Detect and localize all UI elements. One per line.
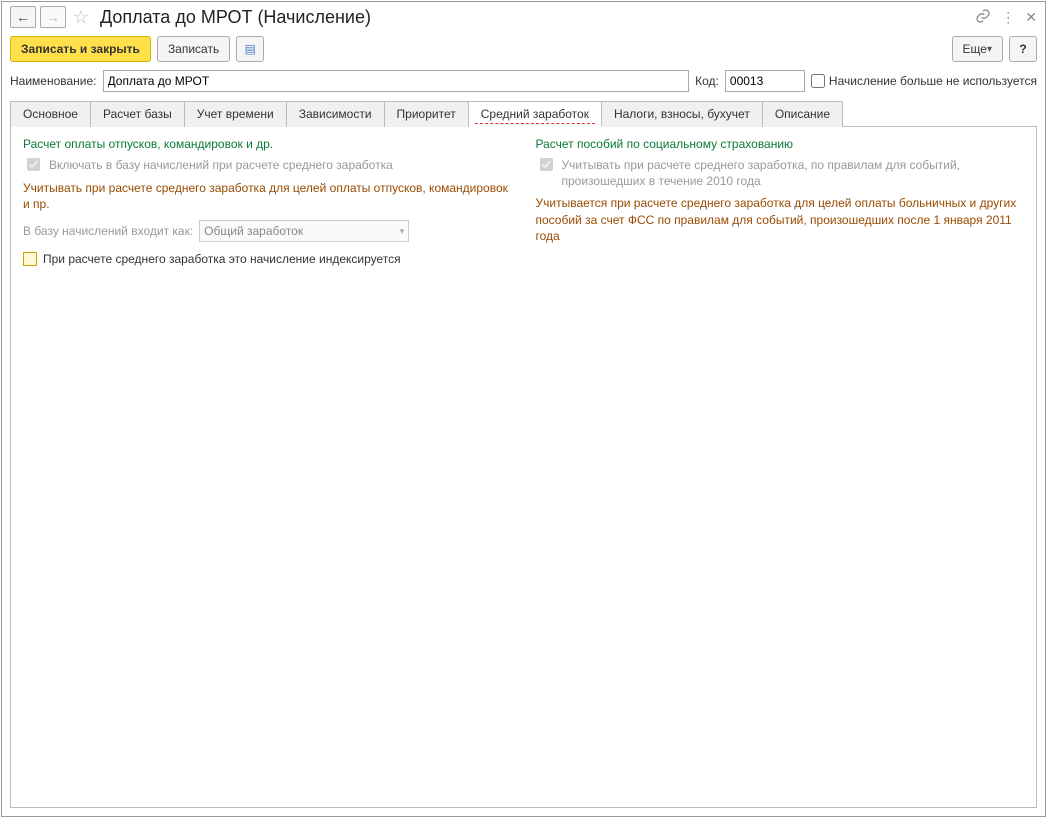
link-icon[interactable] xyxy=(975,8,991,27)
report-button[interactable]: ▤ xyxy=(236,36,264,62)
save-close-button[interactable]: Записать и закрыть xyxy=(10,36,151,62)
left-section-title: Расчет оплаты отпусков, командировок и д… xyxy=(23,137,512,151)
more-button[interactable]: Еще xyxy=(952,36,1003,62)
left-column: Расчет оплаты отпусков, командировок и д… xyxy=(23,137,512,266)
include-in-base-label: Включать в базу начислений при расчете с… xyxy=(49,157,393,173)
window: ← → ☆ Доплата до МРОТ (Начисление) ⋮ ✕ З… xyxy=(1,1,1046,817)
help-button[interactable]: ? xyxy=(1009,36,1037,62)
titlebar-actions: ⋮ ✕ xyxy=(975,8,1037,27)
tab-body: Расчет оплаты отпусков, командировок и д… xyxy=(10,127,1037,808)
toolbar: Записать и закрыть Записать ▤ Еще ? xyxy=(2,32,1045,66)
favorite-star-icon[interactable]: ☆ xyxy=(70,6,92,28)
right-2010-label: Учитывать при расчете среднего заработка… xyxy=(562,157,1025,189)
right-2010-checkbox-input xyxy=(540,158,553,171)
tab-priority[interactable]: Приоритет xyxy=(385,101,469,127)
tab-desc[interactable]: Описание xyxy=(763,101,843,127)
nav-back-button[interactable]: ← xyxy=(10,6,36,28)
base-as-combo-value: Общий заработок xyxy=(204,224,303,238)
base-as-combo[interactable]: Общий заработок xyxy=(199,220,409,242)
tab-active-underline xyxy=(475,123,595,124)
titlebar: ← → ☆ Доплата до МРОТ (Начисление) ⋮ ✕ xyxy=(2,2,1045,32)
nav-forward-button[interactable]: → xyxy=(40,6,66,28)
columns: Расчет оплаты отпусков, командировок и д… xyxy=(23,137,1024,266)
base-as-label: В базу начислений входит как: xyxy=(23,224,193,238)
indexation-label: При расчете среднего заработка это начис… xyxy=(43,252,401,266)
right-section-title: Расчет пособий по социальному страховани… xyxy=(536,137,1025,151)
form-row-main: Наименование: Код: Начисление больше не … xyxy=(2,66,1045,96)
tab-avg[interactable]: Средний заработок xyxy=(469,101,602,127)
include-in-base-checkbox-input xyxy=(27,158,40,171)
base-as-field: В базу начислений входит как: Общий зара… xyxy=(23,220,512,242)
tab-time[interactable]: Учет времени xyxy=(185,101,287,127)
name-label: Наименование: xyxy=(10,74,97,88)
tab-tax[interactable]: Налоги, взносы, бухучет xyxy=(602,101,763,127)
tab-avg-label: Средний заработок xyxy=(481,107,589,121)
report-icon: ▤ xyxy=(245,42,256,56)
left-description: Учитывать при расчете среднего заработка… xyxy=(23,180,512,212)
indexation-checkbox[interactable]: При расчете среднего заработка это начис… xyxy=(23,252,512,266)
close-icon[interactable]: ✕ xyxy=(1025,9,1037,26)
tab-deps[interactable]: Зависимости xyxy=(287,101,385,127)
save-button[interactable]: Записать xyxy=(157,36,230,62)
tab-main[interactable]: Основное xyxy=(10,101,91,127)
right-description: Учитывается при расчете среднего заработ… xyxy=(536,195,1025,244)
tabs: Основное Расчет базы Учет времени Зависи… xyxy=(10,100,1037,127)
tab-base[interactable]: Расчет базы xyxy=(91,101,185,127)
unused-checkbox-input[interactable] xyxy=(811,74,825,88)
right-2010-checkbox: Учитывать при расчете среднего заработка… xyxy=(536,157,1025,189)
window-title: Доплата до МРОТ (Начисление) xyxy=(100,7,971,28)
unused-checkbox[interactable]: Начисление больше не используется xyxy=(811,74,1037,88)
code-input[interactable] xyxy=(725,70,805,92)
include-in-base-checkbox: Включать в базу начислений при расчете с… xyxy=(23,157,512,174)
name-input[interactable] xyxy=(103,70,690,92)
kebab-menu-icon[interactable]: ⋮ xyxy=(1001,9,1015,26)
indexation-checkbox-box xyxy=(23,252,37,266)
code-label: Код: xyxy=(695,74,719,88)
unused-checkbox-label: Начисление больше не используется xyxy=(829,74,1037,88)
right-column: Расчет пособий по социальному страховани… xyxy=(536,137,1025,266)
